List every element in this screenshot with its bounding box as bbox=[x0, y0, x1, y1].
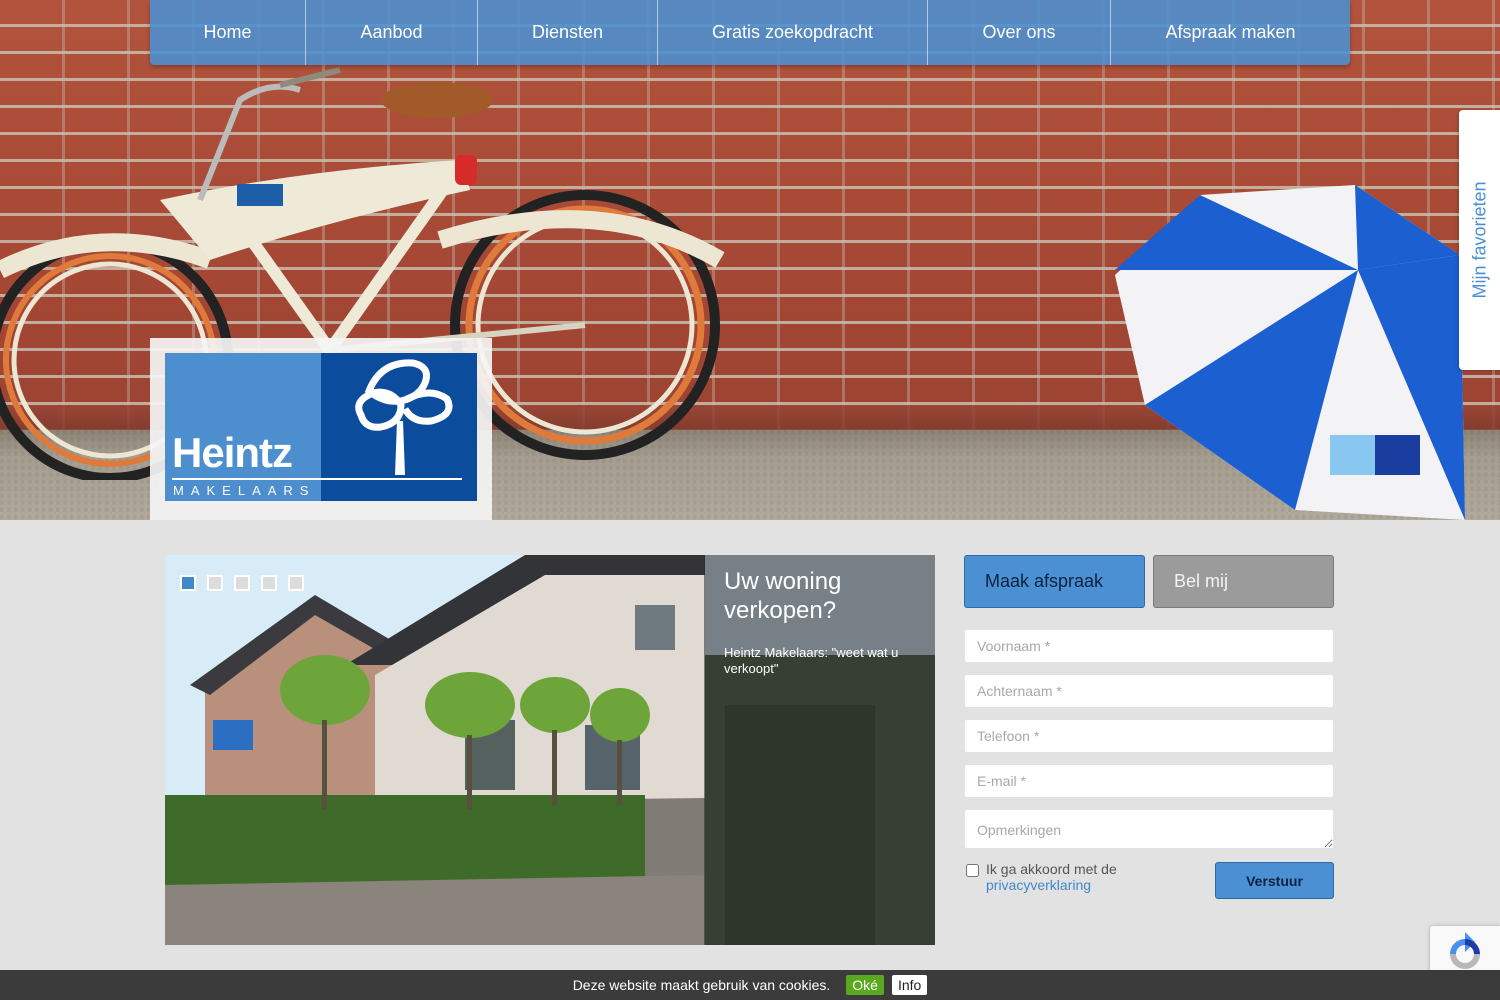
submit-button[interactable]: Verstuur bbox=[1215, 862, 1334, 899]
slider-dot-4[interactable] bbox=[261, 575, 277, 591]
nav-item-over-ons[interactable]: Over ons bbox=[928, 0, 1111, 65]
logo-subtitle: MAKELAARS bbox=[173, 483, 316, 498]
nav-item-gratis-zoekopdracht[interactable]: Gratis zoekopdracht bbox=[658, 0, 928, 65]
cookie-message: Deze website maakt gebruik van cookies. bbox=[572, 977, 831, 993]
slide-caption-title: Uw woning verkopen? bbox=[724, 568, 842, 624]
slide-caption: Uw woning verkopen? Heintz Makelaars: "w… bbox=[704, 555, 935, 945]
slider-dot-1[interactable] bbox=[180, 575, 196, 591]
privacy-consent: Ik ga akkoord met de privacyverklaring bbox=[966, 861, 1117, 893]
nav-item-aanbod[interactable]: Aanbod bbox=[306, 0, 478, 65]
nav-item-diensten[interactable]: Diensten bbox=[478, 0, 658, 65]
privacy-policy-link[interactable]: privacyverklaring bbox=[986, 877, 1117, 893]
cookie-accept-button[interactable]: Oké bbox=[846, 975, 884, 995]
slider-pagination bbox=[180, 575, 304, 591]
privacy-consent-checkbox[interactable] bbox=[966, 864, 979, 877]
firstname-input[interactable] bbox=[964, 629, 1334, 663]
nav-item-afspraak-maken[interactable]: Afspraak maken bbox=[1111, 0, 1350, 65]
slide-caption-text: Heintz Makelaars: "weet wat u verkoopt" bbox=[724, 645, 899, 676]
favorites-tab[interactable]: Mijn favorieten bbox=[1459, 110, 1500, 370]
form-tabs: Maak afspraak Bel mij bbox=[964, 555, 1334, 608]
recaptcha-badge[interactable] bbox=[1430, 926, 1500, 976]
slider-dot-2[interactable] bbox=[207, 575, 223, 591]
slider-dot-3[interactable] bbox=[234, 575, 250, 591]
lastname-input[interactable] bbox=[964, 674, 1334, 708]
cookie-info-button[interactable]: Info bbox=[891, 975, 928, 995]
form-footer: Ik ga akkoord met de privacyverklaring V… bbox=[964, 861, 1334, 911]
umbrella-image bbox=[1115, 185, 1465, 520]
remarks-textarea[interactable] bbox=[964, 809, 1334, 849]
favorites-label: Mijn favorieten bbox=[1469, 181, 1489, 299]
slider-dot-5[interactable] bbox=[288, 575, 304, 591]
tab-bel-mij[interactable]: Bel mij bbox=[1153, 555, 1334, 608]
phone-input[interactable] bbox=[964, 719, 1334, 753]
logo-container[interactable]: Heintz MAKELAARS bbox=[150, 338, 492, 520]
recaptcha-icon bbox=[1450, 932, 1480, 969]
appointment-form: Maak afspraak Bel mij Ik ga akkoord met … bbox=[964, 555, 1334, 911]
cookie-bar: Deze website maakt gebruik van cookies. … bbox=[0, 970, 1500, 1000]
tab-maak-afspraak[interactable]: Maak afspraak bbox=[964, 555, 1145, 608]
heintz-logo[interactable]: Heintz MAKELAARS bbox=[165, 353, 477, 501]
main-navigation: Home Aanbod Diensten Gratis zoekopdracht… bbox=[150, 0, 1350, 65]
logo-divider-line bbox=[172, 478, 462, 480]
nav-item-home[interactable]: Home bbox=[150, 0, 306, 65]
logo-brand-name: Heintz bbox=[172, 429, 293, 476]
privacy-consent-text: Ik ga akkoord met de bbox=[986, 861, 1117, 877]
image-slider[interactable]: Uw woning verkopen? Heintz Makelaars: "w… bbox=[165, 555, 935, 945]
privacy-consent-label: Ik ga akkoord met de privacyverklaring bbox=[986, 861, 1117, 893]
email-input[interactable] bbox=[964, 764, 1334, 798]
